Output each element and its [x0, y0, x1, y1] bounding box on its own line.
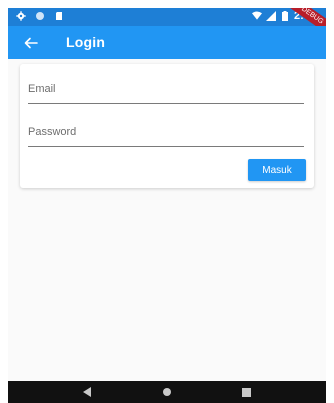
password-underline — [28, 146, 304, 147]
recents-square-icon — [241, 387, 251, 397]
status-left-icons — [16, 11, 64, 21]
email-input[interactable] — [28, 76, 304, 100]
signal-icon — [265, 11, 276, 21]
email-field-container — [28, 76, 304, 104]
circle-icon — [35, 11, 45, 21]
arrow-left-icon — [24, 37, 38, 49]
status-bar: 2:40 DEBUG — [8, 8, 326, 37]
password-field-container — [28, 119, 304, 147]
sd-card-icon — [54, 11, 64, 21]
home-circle-icon — [162, 388, 171, 396]
gear-icon — [16, 11, 26, 21]
email-underline — [28, 103, 304, 104]
password-input[interactable] — [28, 119, 304, 143]
phone-screen: 2:40 DEBUG Login Masuk — [8, 8, 326, 403]
nav-bar — [8, 381, 326, 403]
back-triangle-icon — [83, 387, 92, 397]
top-margin — [0, 0, 334, 8]
back-button[interactable] — [20, 32, 42, 54]
nav-recents-button[interactable] — [239, 385, 253, 399]
app-bar: Login — [8, 26, 326, 59]
login-card: Masuk — [20, 64, 314, 188]
nav-home-button[interactable] — [160, 385, 174, 399]
page-title: Login — [66, 34, 106, 50]
wifi-icon — [251, 11, 262, 21]
nav-back-button[interactable] — [81, 385, 95, 399]
battery-icon — [280, 11, 290, 21]
masuk-button[interactable]: Masuk — [248, 159, 306, 181]
